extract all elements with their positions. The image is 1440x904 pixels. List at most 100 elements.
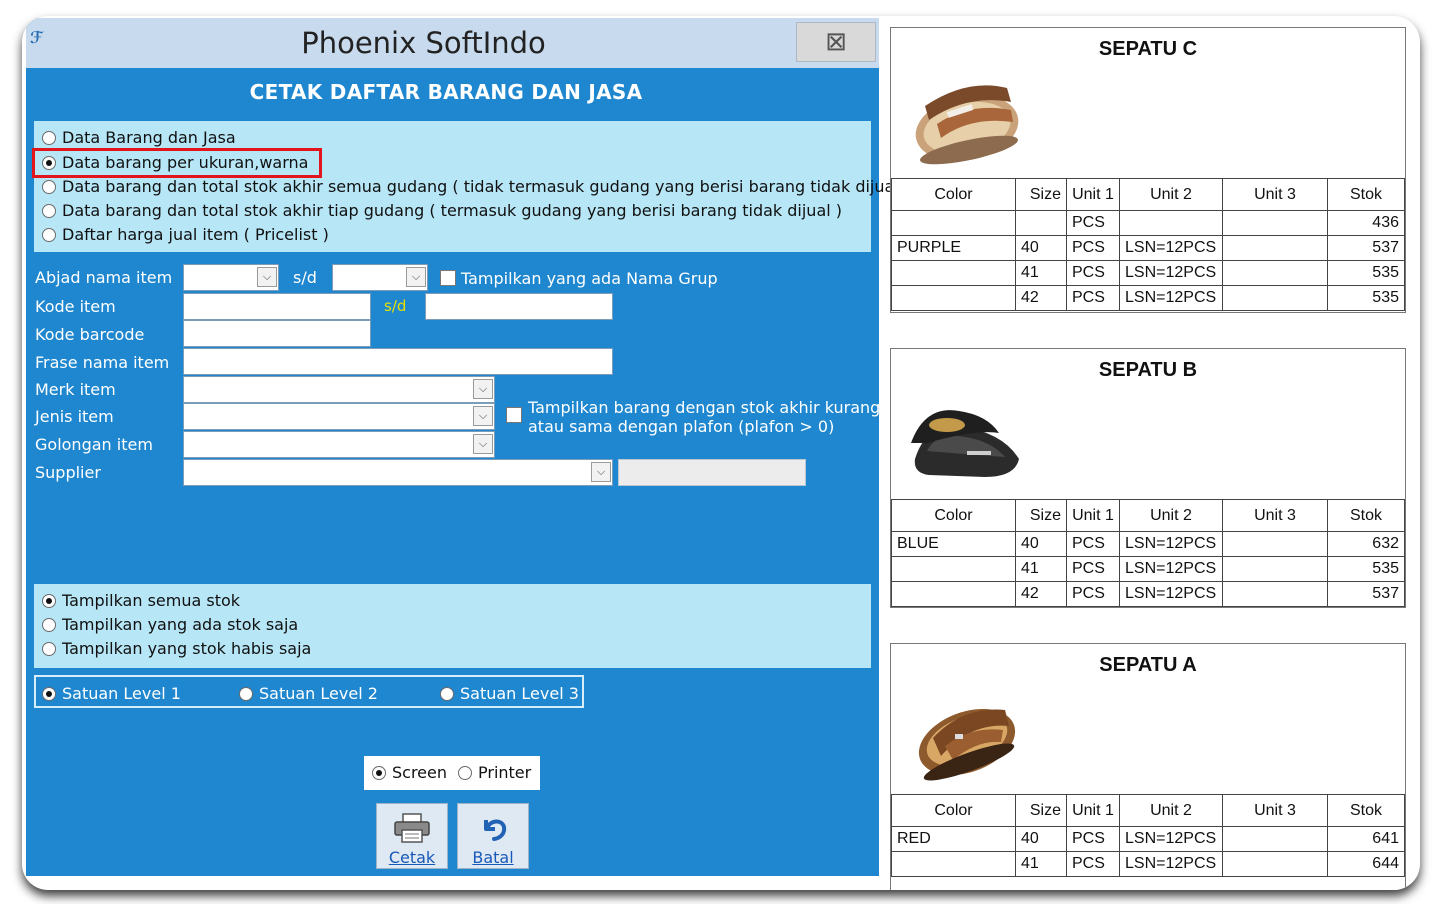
abjad-from-select[interactable]: ⌵: [183, 264, 279, 291]
column-header: Unit 3: [1222, 794, 1328, 827]
kode-item-to-input[interactable]: [425, 293, 613, 320]
print-button[interactable]: Cetak: [376, 803, 448, 869]
radio-selected-icon[interactable]: [372, 766, 386, 780]
chevron-down-icon[interactable]: ⌵: [473, 434, 493, 454]
table-row: 42 PCS LSN=12PCS 537: [891, 581, 1405, 607]
radio-icon[interactable]: [42, 131, 56, 145]
group-name-checkbox[interactable]: [440, 270, 456, 286]
product-stock-table: Color Size Unit 1 Unit 2 Unit 3 Stok RED…: [891, 794, 1405, 877]
print-button-label: Cetak: [388, 848, 436, 867]
stock-option-empty[interactable]: Tampilkan yang stok habis saja: [42, 639, 311, 659]
radio-icon[interactable]: [239, 687, 253, 701]
unit-level-3-option[interactable]: Satuan Level 3: [440, 684, 579, 703]
report-option-stok-semua-gudang[interactable]: Data barang dan total stok akhir semua g…: [42, 177, 910, 197]
table-header-row: Color Size Unit 1 Unit 2 Unit 3 Stok: [891, 499, 1405, 532]
output-target-group: Screen Printer: [364, 756, 540, 790]
product-title: SEPATU B: [1098, 359, 1198, 381]
product-card-sepatu-b: SEPATU B Color Size Unit 1 Unit 2 Unit 3…: [890, 348, 1406, 608]
column-header: Color: [891, 794, 1016, 827]
radio-icon[interactable]: [42, 618, 56, 632]
column-header: Stok: [1327, 794, 1405, 827]
stock-option-available[interactable]: Tampilkan yang ada stok saja: [42, 615, 298, 635]
chevron-down-icon[interactable]: ⌵: [406, 267, 426, 287]
chevron-down-icon[interactable]: ⌵: [591, 462, 611, 482]
output-screen-option[interactable]: Screen: [372, 763, 447, 783]
chevron-down-icon[interactable]: ⌵: [473, 379, 493, 399]
kode-item-sd-label: s/d: [384, 297, 407, 315]
table-row: 42 PCS LSN=12PCS 535: [891, 285, 1405, 311]
column-header: Size: [1015, 178, 1067, 211]
radio-icon[interactable]: [42, 204, 56, 218]
column-header: Color: [891, 499, 1016, 532]
supplier-label: Supplier: [35, 463, 101, 482]
slipper-image-svg: [918, 709, 1016, 781]
column-header: Color: [891, 178, 1016, 211]
radio-selected-icon[interactable]: [42, 594, 56, 608]
product-card-sepatu-c: SEPATU C Color Size Unit 1 Unit 2 Unit 3: [890, 27, 1406, 313]
column-header: Size: [1015, 794, 1067, 827]
report-option-barang-jasa[interactable]: Data Barang dan Jasa: [42, 128, 236, 148]
unit-level-1-option[interactable]: Satuan Level 1: [42, 684, 181, 703]
table-row: PCS 436: [891, 210, 1405, 236]
golongan-label: Golongan item: [35, 435, 153, 454]
radio-icon[interactable]: [42, 642, 56, 656]
table-row: 41 PCS LSN=12PCS 535: [891, 556, 1405, 582]
radio-selected-icon[interactable]: [42, 687, 56, 701]
frase-input[interactable]: [183, 348, 613, 375]
supplier-name-display: [618, 459, 806, 486]
report-option-pricelist[interactable]: Daftar harga jual item ( Pricelist ): [42, 225, 329, 245]
sandal-image: [907, 58, 1027, 177]
undo-icon: [458, 812, 528, 851]
report-option-stok-tiap-gudang[interactable]: Data barang dan total stok akhir tiap gu…: [42, 201, 842, 221]
column-header: Stok: [1327, 499, 1405, 532]
merk-select[interactable]: ⌵: [183, 376, 495, 403]
unit-level-2-option[interactable]: Satuan Level 2: [239, 684, 378, 703]
column-header: Size: [1015, 499, 1067, 532]
printer-icon-svg: [394, 813, 430, 843]
table-row: 41 PCS LSN=12PCS 644: [891, 851, 1405, 877]
product-stock-table: Color Size Unit 1 Unit 2 Unit 3 Stok BLU…: [891, 499, 1405, 607]
kode-barcode-label: Kode barcode: [35, 325, 145, 344]
radio-icon[interactable]: [42, 180, 56, 194]
column-header: Unit 3: [1222, 499, 1328, 532]
title-bar: ℱ Phoenix SoftIndo ⊠: [26, 18, 879, 68]
cancel-button-label: Batal: [472, 848, 514, 867]
golongan-select[interactable]: ⌵: [183, 431, 495, 458]
output-printer-option[interactable]: Printer: [458, 763, 531, 783]
plafon-checkbox[interactable]: [506, 407, 522, 423]
sandal-image-svg: [915, 85, 1019, 165]
kode-item-from-input[interactable]: [183, 293, 371, 320]
screenshot-frame: ℱ Phoenix SoftIndo ⊠ CETAK DAFTAR BARANG…: [22, 16, 1420, 890]
window-title: Phoenix SoftIndo: [301, 26, 546, 60]
close-button[interactable]: ⊠: [796, 22, 876, 62]
table-header-row: Color Size Unit 1 Unit 2 Unit 3 Stok: [891, 178, 1405, 211]
column-header: Unit 2: [1119, 794, 1223, 827]
supplier-select[interactable]: ⌵: [183, 459, 613, 486]
loafer-image: [907, 381, 1027, 500]
cancel-button[interactable]: Batal: [457, 803, 529, 869]
stock-option-all[interactable]: Tampilkan semua stok: [42, 591, 240, 611]
chevron-down-icon[interactable]: ⌵: [257, 267, 277, 287]
product-card-sepatu-a: SEPATU A Color Size Unit 1 Unit 2 Unit 3: [890, 643, 1406, 890]
radio-icon[interactable]: [42, 228, 56, 242]
column-header: Unit 1: [1066, 499, 1120, 532]
column-header: Unit 2: [1119, 499, 1223, 532]
table-row: PURPLE 40 PCS LSN=12PCS 537: [891, 235, 1405, 261]
kode-item-label: Kode item: [35, 297, 116, 316]
radio-icon[interactable]: [458, 766, 472, 780]
chevron-down-icon[interactable]: ⌵: [473, 406, 493, 426]
merk-label: Merk item: [35, 380, 116, 399]
abjad-to-select[interactable]: ⌵: [332, 264, 428, 291]
radio-icon[interactable]: [440, 687, 454, 701]
undo-icon-svg: [484, 819, 507, 841]
plafon-check-label-line1: Tampilkan barang dengan stok akhir kuran…: [528, 398, 881, 417]
printer-icon: [377, 812, 447, 851]
kode-barcode-input[interactable]: [183, 320, 371, 347]
jenis-select[interactable]: ⌵: [183, 403, 495, 430]
product-stock-table: Color Size Unit 1 Unit 2 Unit 3 Stok PCS…: [891, 178, 1405, 311]
column-header: Unit 1: [1066, 794, 1120, 827]
dialog-heading: CETAK DAFTAR BARANG DAN JASA: [249, 80, 643, 104]
unit-level-group: Satuan Level 1 Satuan Level 2 Satuan Lev…: [34, 675, 584, 708]
table-row: 41 PCS LSN=12PCS 535: [891, 260, 1405, 286]
table-header-row: Color Size Unit 1 Unit 2 Unit 3 Stok: [891, 794, 1405, 827]
